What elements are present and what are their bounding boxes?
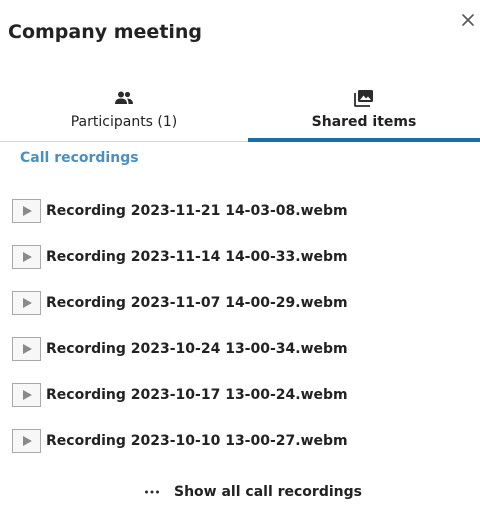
video-file-icon <box>12 245 41 269</box>
tab-shared-items-label: Shared items <box>311 114 417 130</box>
play-icon <box>22 344 32 354</box>
recordings-list: Recording 2023-11-21 14-03-08.webm Recor… <box>0 194 480 470</box>
tab-divider <box>0 141 248 142</box>
video-file-icon <box>12 337 41 361</box>
tab-shared-items[interactable]: Shared items <box>248 84 480 142</box>
recording-name: Recording 2023-11-21 14-03-08.webm <box>46 203 348 219</box>
recording-name: Recording 2023-10-10 13-00-27.webm <box>46 433 348 449</box>
close-icon <box>462 14 474 26</box>
video-file-icon <box>12 199 41 223</box>
recording-name: Recording 2023-11-14 14-00-33.webm <box>46 249 348 265</box>
list-item[interactable]: Recording 2023-11-07 14-00-29.webm <box>0 286 480 332</box>
active-tab-indicator <box>248 138 480 142</box>
video-file-icon <box>12 383 41 407</box>
tab-participants[interactable]: Participants (1) <box>0 84 248 142</box>
show-all-recordings-button[interactable]: Show all call recordings <box>140 480 362 504</box>
play-icon <box>22 390 32 400</box>
play-icon <box>22 252 32 262</box>
list-item[interactable]: Recording 2023-11-21 14-03-08.webm <box>0 194 480 240</box>
dialog-title: Company meeting <box>8 21 203 43</box>
play-icon <box>22 206 32 216</box>
video-file-icon <box>12 291 41 315</box>
shared-items-icon <box>353 88 375 108</box>
recording-name: Recording 2023-10-17 13-00-24.webm <box>46 387 348 403</box>
video-file-icon <box>12 429 41 453</box>
play-icon <box>22 298 32 308</box>
section-heading-call-recordings[interactable]: Call recordings <box>20 148 139 168</box>
show-all-label: Show all call recordings <box>174 484 362 500</box>
play-icon <box>22 436 32 446</box>
tab-participants-label: Participants (1) <box>70 114 178 130</box>
shared-items-dialog: Company meeting Participants (1) Shared … <box>0 0 480 511</box>
list-item[interactable]: Recording 2023-10-24 13-00-34.webm <box>0 332 480 378</box>
more-icon <box>144 484 160 500</box>
list-item[interactable]: Recording 2023-10-10 13-00-27.webm <box>0 424 480 470</box>
close-button[interactable] <box>456 8 480 32</box>
list-item[interactable]: Recording 2023-11-14 14-00-33.webm <box>0 240 480 286</box>
tab-bar: Participants (1) Shared items <box>0 84 480 142</box>
recording-name: Recording 2023-10-24 13-00-34.webm <box>46 341 348 357</box>
recording-name: Recording 2023-11-07 14-00-29.webm <box>46 295 348 311</box>
participants-icon <box>113 88 135 108</box>
list-item[interactable]: Recording 2023-10-17 13-00-24.webm <box>0 378 480 424</box>
